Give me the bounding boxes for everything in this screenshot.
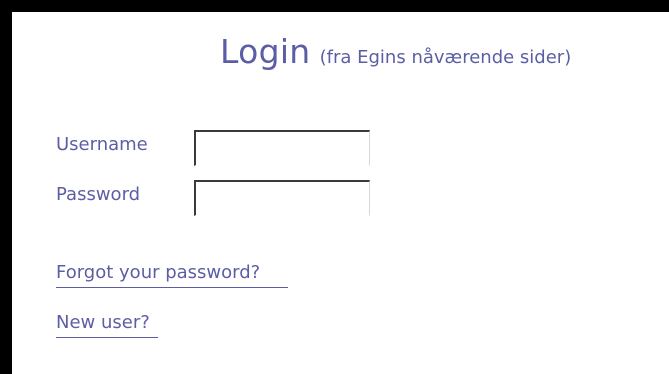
username-label: Username: [56, 134, 148, 155]
forgot-password-underline: [56, 287, 288, 288]
forgot-password-link[interactable]: Forgot your password?: [56, 262, 260, 283]
new-user-link[interactable]: New user?: [56, 312, 150, 333]
page-title: Login (fra Egins nåværende sider): [220, 32, 571, 71]
login-panel: Login (fra Egins nåværende sider) Userna…: [0, 0, 669, 374]
password-label: Password: [56, 184, 141, 205]
username-input[interactable]: [194, 130, 370, 166]
login-subtitle: (fra Egins nåværende sider): [319, 47, 572, 68]
password-input[interactable]: [194, 180, 370, 216]
new-user-underline: [56, 337, 158, 338]
login-title: Login: [220, 32, 311, 71]
